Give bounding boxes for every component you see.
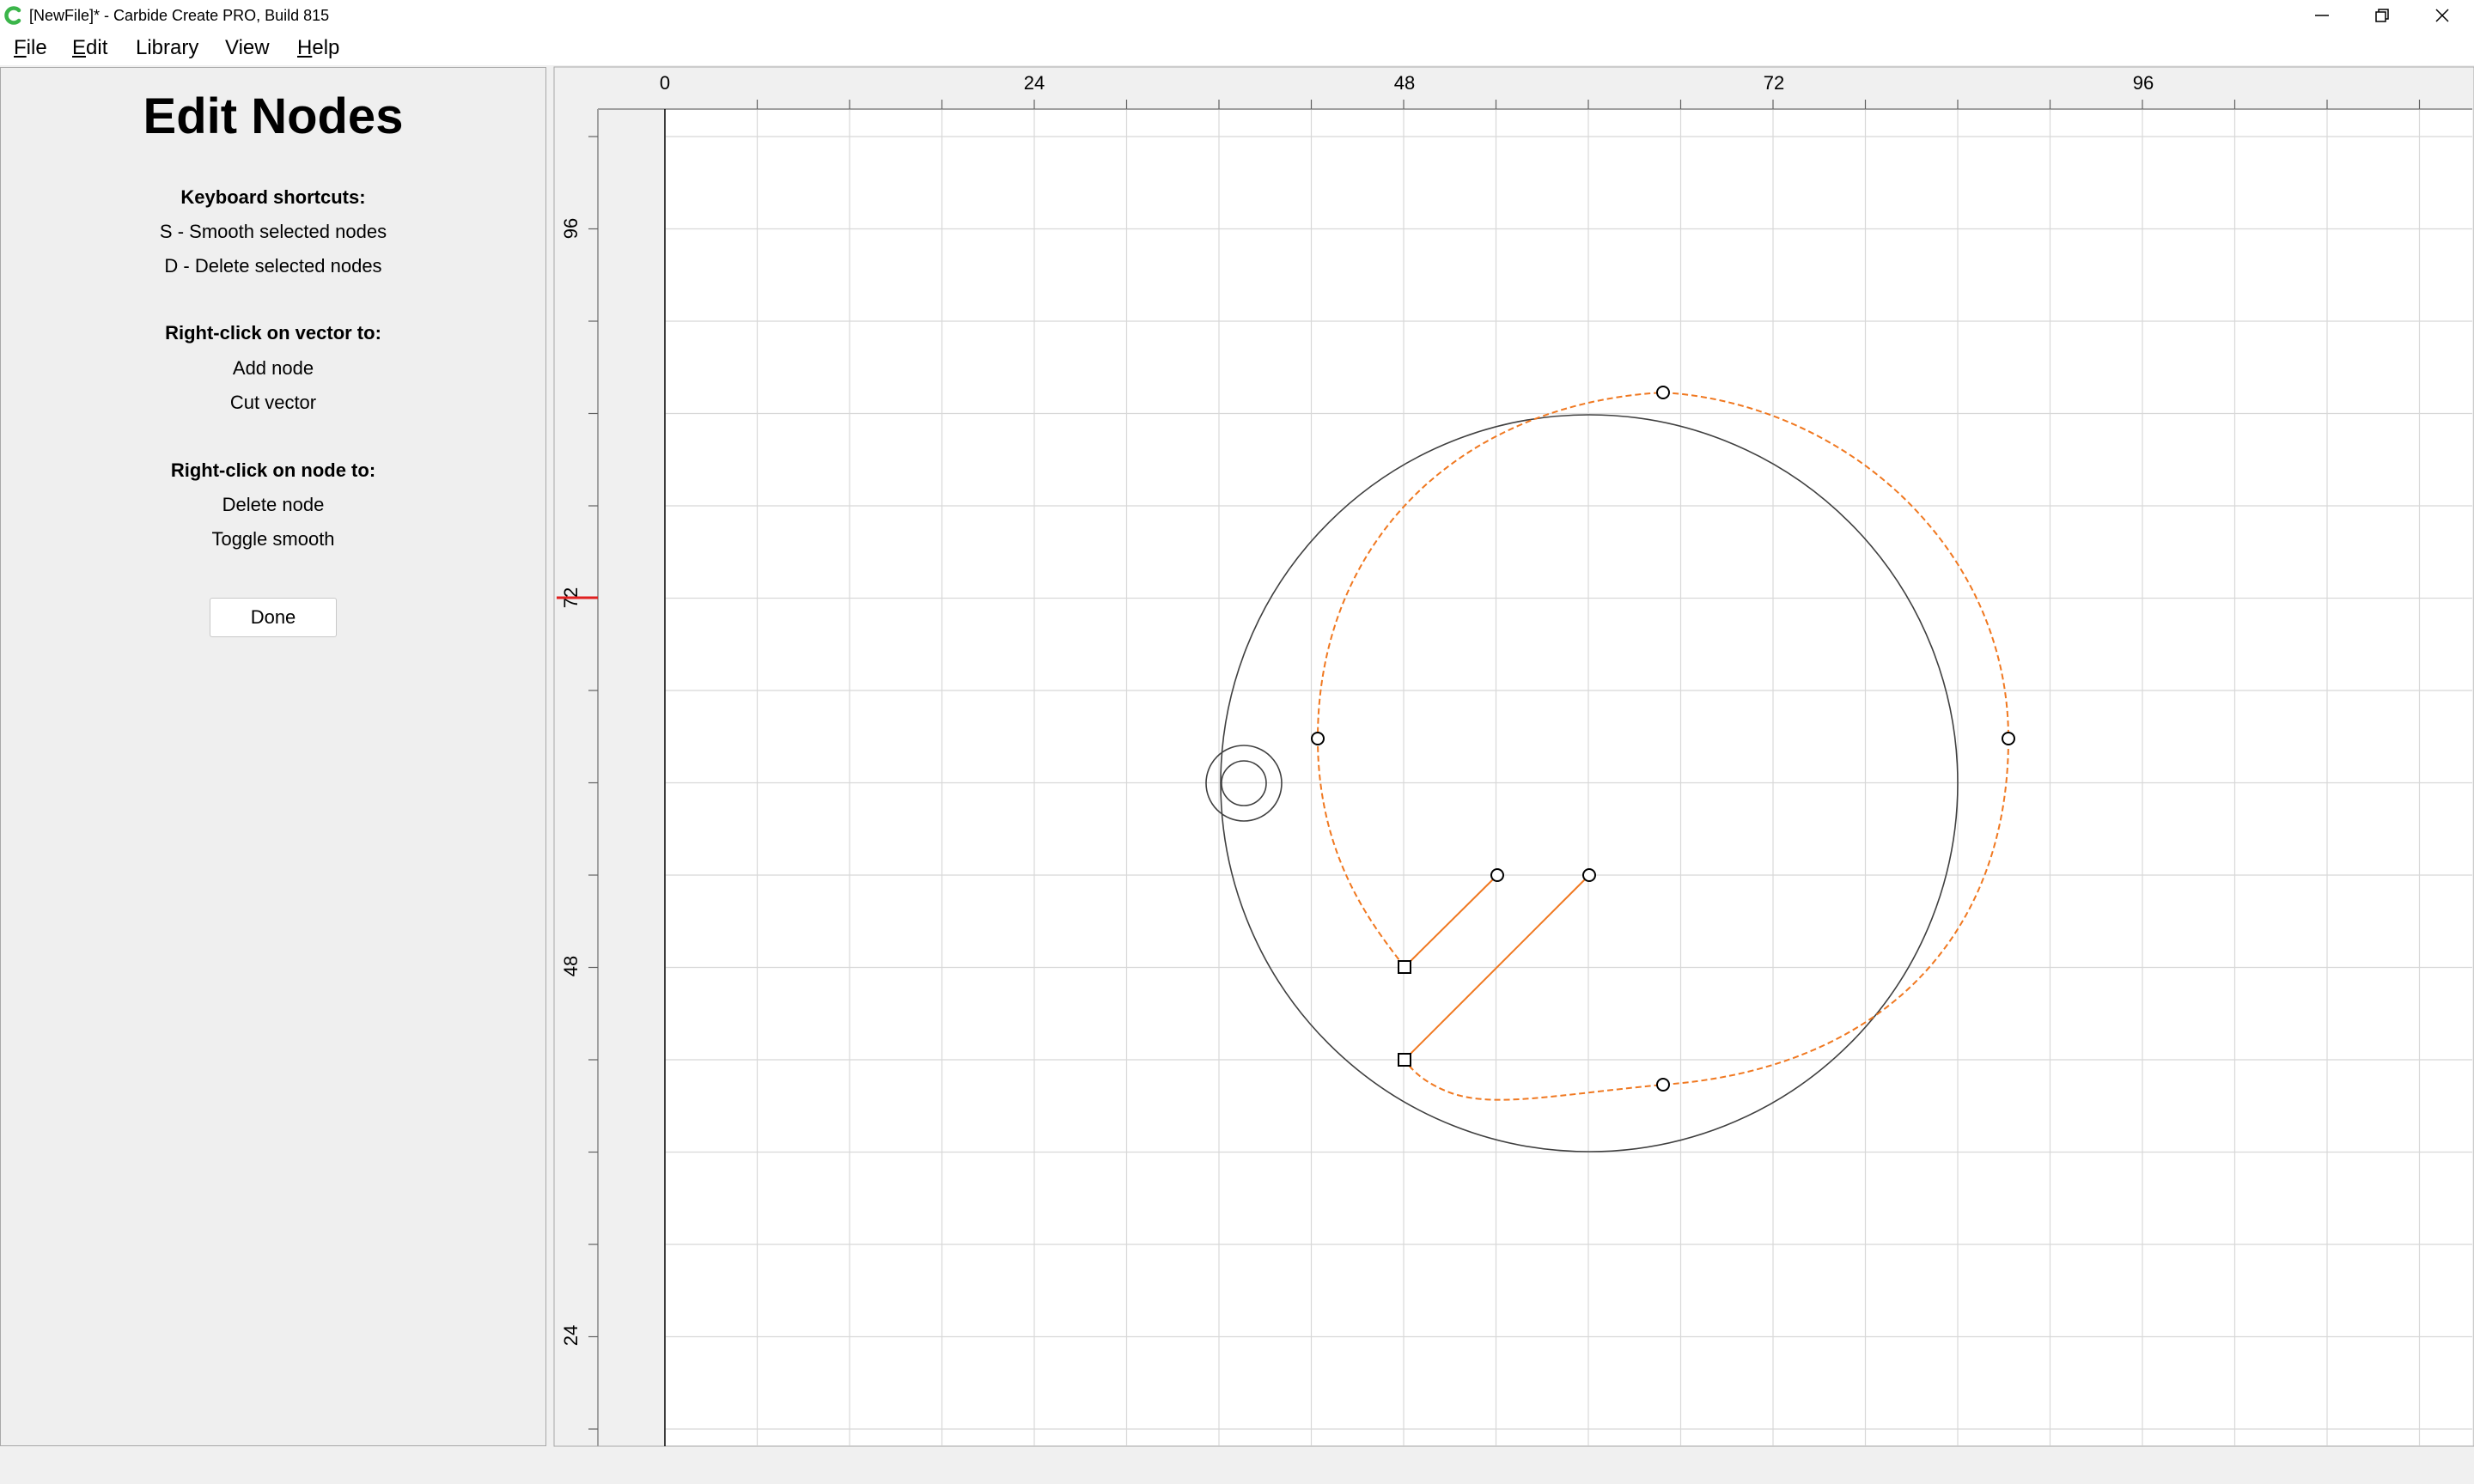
path-node[interactable] — [1656, 386, 1670, 399]
corner-node[interactable] — [1398, 1053, 1411, 1067]
path-node[interactable] — [2002, 732, 2015, 745]
ruler-top-label: 72 — [1764, 72, 1784, 94]
ruler-top-label: 96 — [2133, 72, 2154, 94]
ruler-left-label: 24 — [560, 1325, 582, 1346]
ruler-left-label: 48 — [560, 956, 582, 976]
ruler-top-label: 48 — [1394, 72, 1415, 94]
ruler-top-label: 0 — [660, 72, 670, 94]
path-node[interactable] — [1656, 1078, 1670, 1092]
corner-node[interactable] — [1398, 960, 1411, 974]
status-bar — [0, 1448, 2474, 1484]
ruler-left-label: 96 — [560, 218, 582, 239]
design-canvas[interactable]: 0 24 48 72 96 96 72 48 24 — [0, 0, 2474, 1484]
handle-node[interactable] — [1490, 868, 1504, 882]
ruler-top-label: 24 — [1024, 72, 1045, 94]
path-node[interactable] — [1311, 732, 1325, 745]
handle-node[interactable] — [1582, 868, 1596, 882]
